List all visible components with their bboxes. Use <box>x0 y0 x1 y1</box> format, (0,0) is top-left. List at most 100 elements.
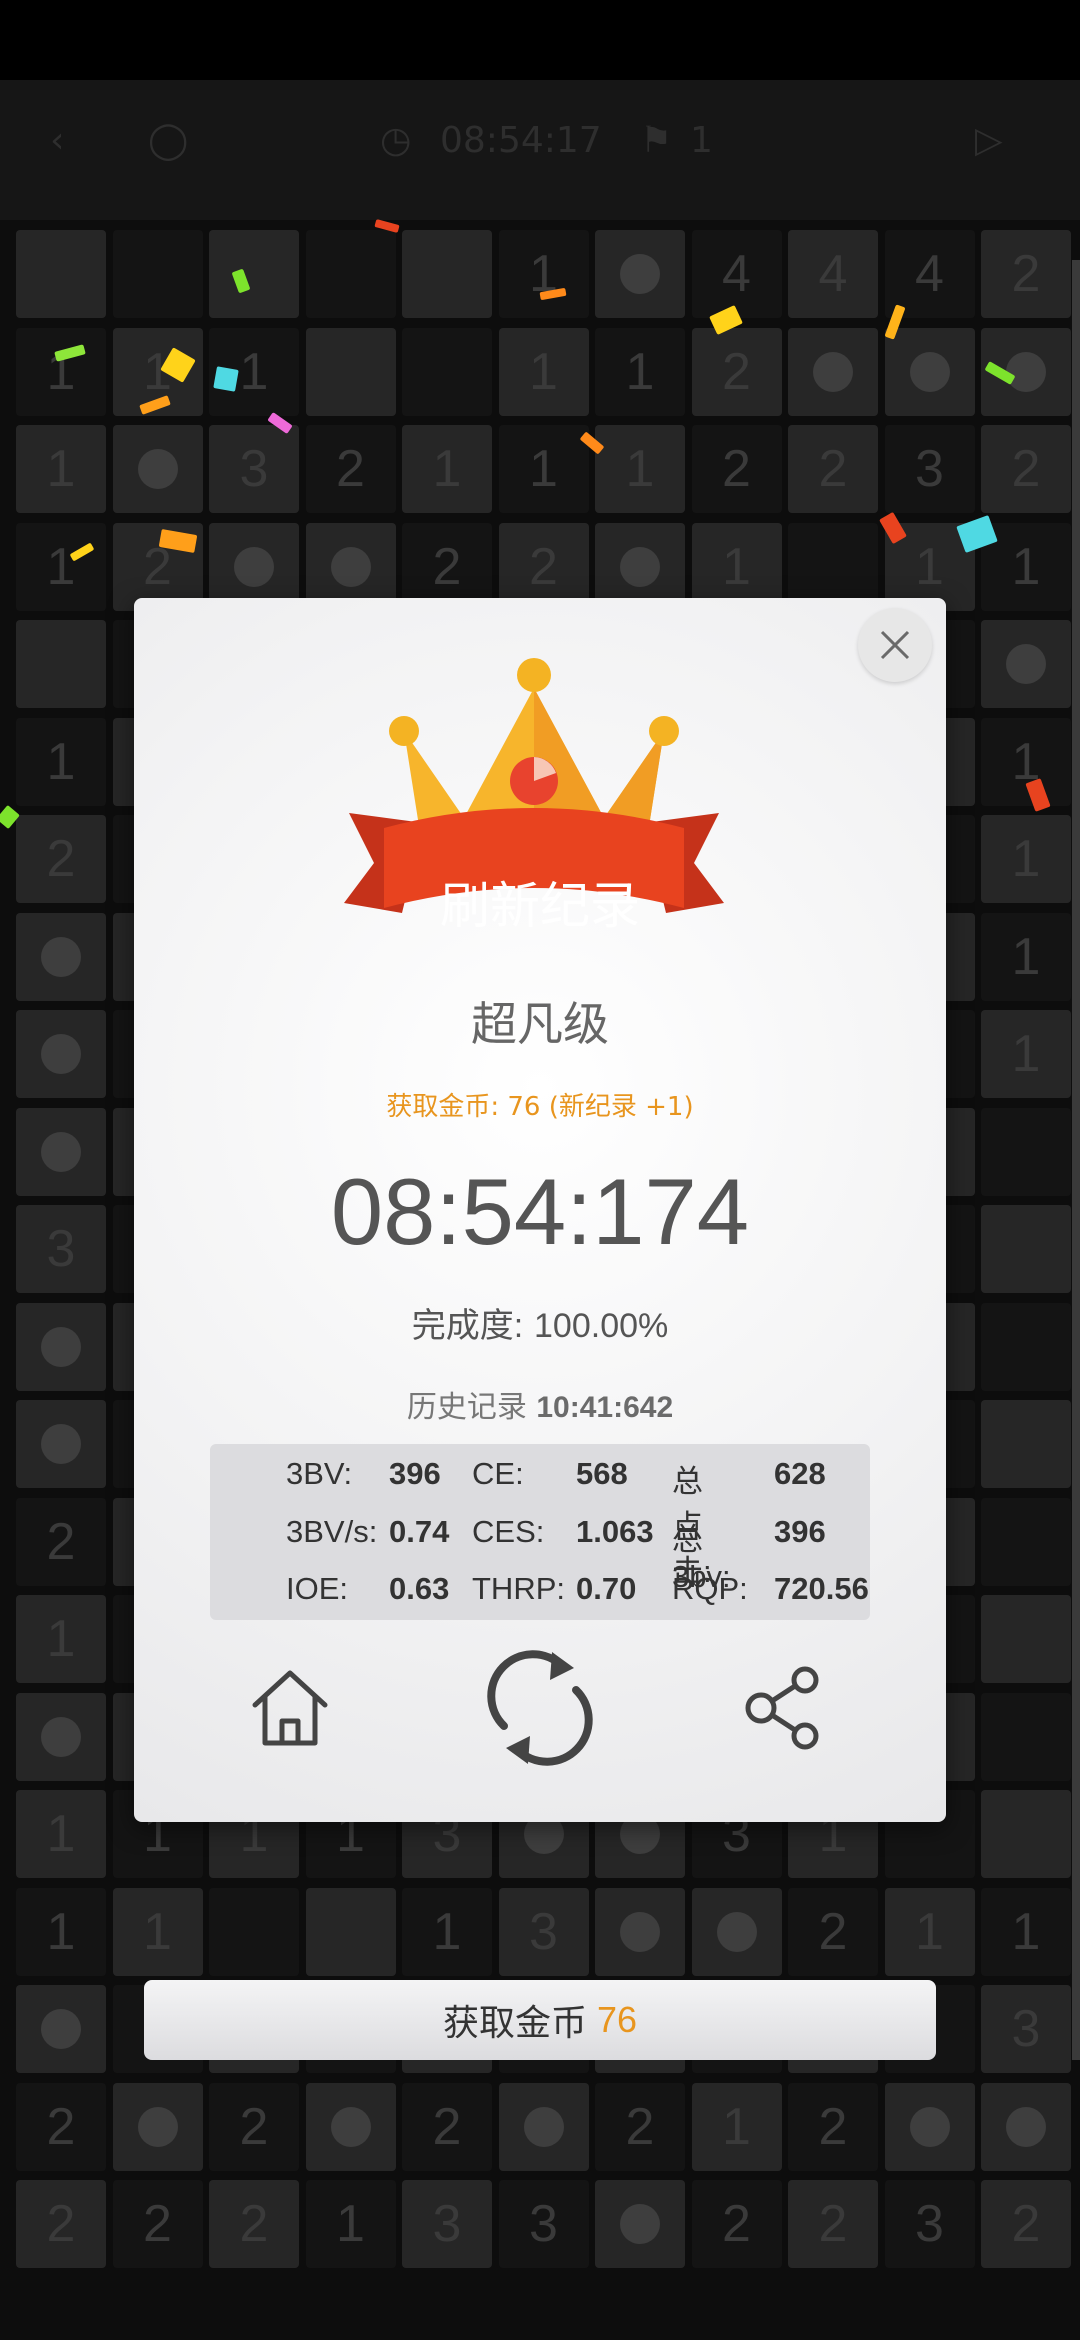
board-cell-mine[interactable] <box>112 2082 203 2171</box>
back-icon[interactable]: ‹ <box>50 120 64 161</box>
board-cell[interactable]: 4 <box>788 230 878 318</box>
board-cell[interactable]: 1 <box>16 522 106 611</box>
board-cell[interactable]: 3 <box>209 425 299 513</box>
board-cell[interactable]: 1 <box>16 1887 106 1976</box>
board-cell-mine[interactable] <box>498 2082 589 2171</box>
board-cell[interactable]: 1 <box>16 717 106 806</box>
restart-button[interactable] <box>474 1638 606 1778</box>
board-cell-mine[interactable] <box>16 1400 106 1488</box>
board-cell[interactable]: 4 <box>691 230 782 318</box>
board-cell[interactable] <box>981 1107 1071 1196</box>
board-cell[interactable]: 2 <box>691 327 782 416</box>
board-cell[interactable]: 2 <box>16 1497 106 1586</box>
settings-icon[interactable]: ◯ <box>148 120 188 161</box>
board-cell[interactable]: 2 <box>112 2180 203 2268</box>
board-cell[interactable]: 2 <box>595 2082 685 2171</box>
board-cell[interactable]: 1 <box>981 815 1071 903</box>
board-cell[interactable]: 1 <box>16 1790 106 1878</box>
board-cell[interactable]: 1 <box>402 1887 492 1976</box>
board-cell-mine[interactable] <box>16 1692 106 1781</box>
collect-coins-button[interactable]: 获取金币 76 <box>144 1980 936 2060</box>
board-cell[interactable]: 2 <box>788 2082 878 2171</box>
board-cell[interactable]: 1 <box>305 2180 396 2268</box>
board-cell[interactable] <box>112 230 203 318</box>
board-cell[interactable]: 1 <box>981 1887 1071 1976</box>
home-button[interactable] <box>234 1658 346 1758</box>
board-cell-mine[interactable] <box>595 230 685 318</box>
board-cell[interactable] <box>981 1595 1071 1683</box>
board-cell-mine[interactable] <box>16 1302 106 1391</box>
share-button[interactable] <box>728 1658 840 1758</box>
board-cell[interactable]: 2 <box>209 2180 299 2268</box>
close-button[interactable] <box>858 608 932 682</box>
board-cell[interactable] <box>981 1790 1071 1878</box>
board-cell[interactable]: 2 <box>788 1887 878 1976</box>
board-cell[interactable]: 2 <box>16 2180 106 2268</box>
board-cell[interactable]: 3 <box>402 2180 492 2268</box>
board-cell[interactable]: 2 <box>691 425 782 513</box>
board-cell[interactable]: 1 <box>16 327 106 416</box>
board-cell[interactable] <box>305 327 396 416</box>
board-cell-mine[interactable] <box>884 2082 975 2171</box>
board-cell-mine[interactable] <box>981 620 1071 708</box>
board-cell-mine[interactable] <box>981 2082 1071 2171</box>
board-cell-mine[interactable] <box>112 425 203 513</box>
play-icon[interactable]: ▷ <box>975 120 1003 161</box>
board-cell[interactable] <box>16 230 106 318</box>
board-cell[interactable]: 3 <box>884 425 975 513</box>
board-cell[interactable]: 2 <box>16 2082 106 2171</box>
board-cell[interactable]: 3 <box>884 2180 975 2268</box>
board-cell-mine[interactable] <box>16 912 106 1001</box>
board-cell[interactable]: 1 <box>981 717 1071 806</box>
board-cell[interactable]: 2 <box>402 2082 492 2171</box>
board-cell[interactable] <box>981 1205 1071 1293</box>
board-cell[interactable]: 1 <box>691 2082 782 2171</box>
board-cell[interactable]: 1 <box>402 425 492 513</box>
board-cell[interactable]: 2 <box>981 230 1071 318</box>
board-cell[interactable] <box>981 1497 1071 1586</box>
board-cell[interactable]: 1 <box>595 327 685 416</box>
board-cell[interactable]: 1 <box>498 327 589 416</box>
board-cell[interactable] <box>981 1692 1071 1781</box>
board-cell[interactable]: 1 <box>884 1887 975 1976</box>
board-cell[interactable]: 1 <box>981 912 1071 1001</box>
board-cell[interactable]: 2 <box>788 2180 878 2268</box>
board-cell-mine[interactable] <box>16 1985 106 2073</box>
board-cell[interactable] <box>305 1887 396 1976</box>
board-cell-mine[interactable] <box>691 1887 782 1976</box>
board-cell[interactable]: 1 <box>498 230 589 318</box>
board-cell[interactable] <box>16 620 106 708</box>
board-cell[interactable]: 2 <box>981 2180 1071 2268</box>
board-cell[interactable]: 1 <box>981 1010 1071 1098</box>
board-scrollbar[interactable] <box>1072 260 1080 2060</box>
board-cell[interactable]: 3 <box>498 1887 589 1976</box>
board-cell[interactable] <box>402 327 492 416</box>
board-cell[interactable]: 2 <box>305 425 396 513</box>
board-cell[interactable]: 1 <box>595 425 685 513</box>
board-cell-mine[interactable] <box>788 327 878 416</box>
board-cell[interactable]: 2 <box>209 2082 299 2171</box>
board-cell-mine[interactable] <box>16 1010 106 1098</box>
board-cell[interactable] <box>981 1400 1071 1488</box>
board-cell[interactable] <box>209 1887 299 1976</box>
board-cell[interactable]: 2 <box>981 425 1071 513</box>
board-cell-mine[interactable] <box>595 1887 685 1976</box>
board-cell-mine[interactable] <box>595 2180 685 2268</box>
board-cell[interactable]: 3 <box>981 1985 1071 2073</box>
board-cell[interactable]: 3 <box>498 2180 589 2268</box>
board-cell[interactable]: 3 <box>16 1205 106 1293</box>
board-cell[interactable] <box>981 1302 1071 1391</box>
board-cell-mine[interactable] <box>16 1107 106 1196</box>
board-cell[interactable]: 2 <box>788 425 878 513</box>
board-cell[interactable] <box>209 230 299 318</box>
board-cell[interactable]: 1 <box>16 1595 106 1683</box>
board-cell-mine[interactable] <box>305 2082 396 2171</box>
board-cell[interactable] <box>402 230 492 318</box>
board-cell[interactable]: 1 <box>498 425 589 513</box>
board-cell[interactable]: 2 <box>691 2180 782 2268</box>
board-cell[interactable]: 1 <box>112 1887 203 1976</box>
board-cell-mine[interactable] <box>884 327 975 416</box>
board-cell[interactable] <box>305 230 396 318</box>
board-cell[interactable]: 2 <box>16 815 106 903</box>
board-cell[interactable]: 1 <box>16 425 106 513</box>
